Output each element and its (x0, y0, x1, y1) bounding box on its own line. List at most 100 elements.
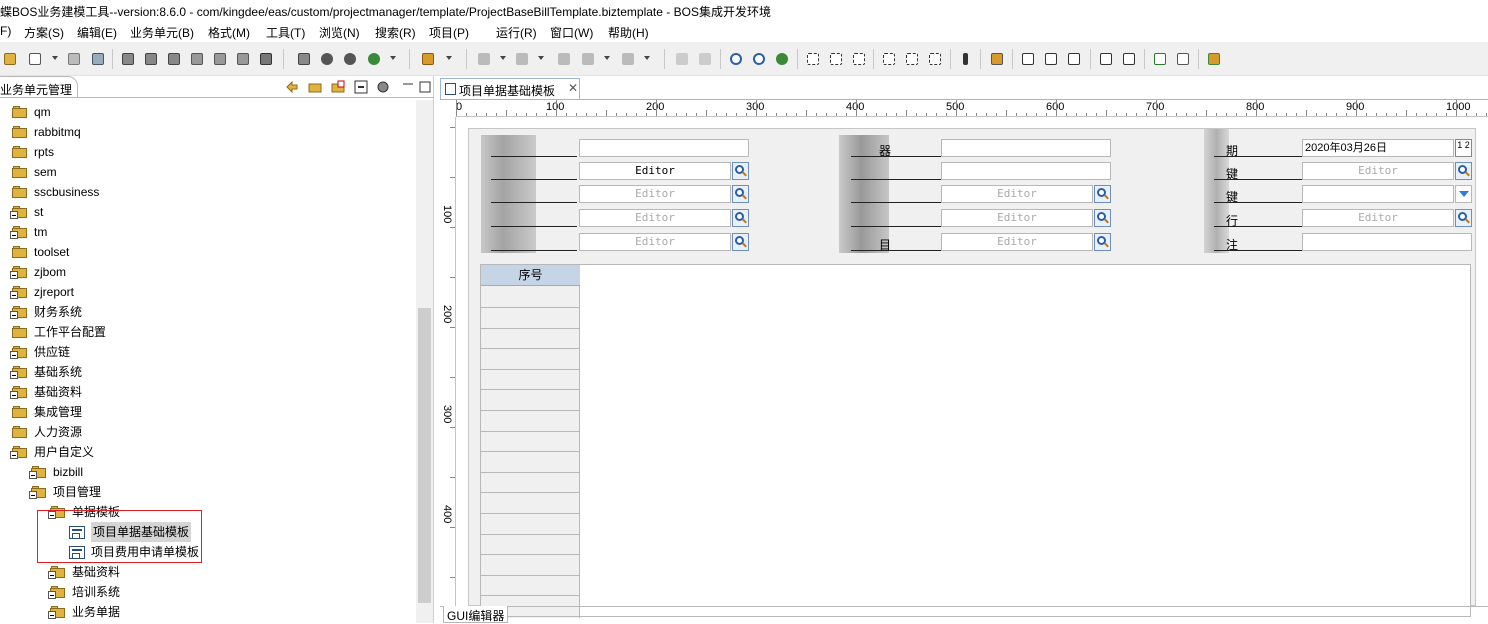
date-field[interactable]: 2020年03月26日 (1302, 139, 1454, 157)
layout-icon[interactable] (989, 51, 1005, 67)
copy-icon[interactable] (235, 51, 251, 67)
f7-prompt-field[interactable]: Editor (579, 209, 731, 227)
undo-icon[interactable] (674, 51, 690, 67)
redo-icon[interactable] (697, 51, 713, 67)
text-field[interactable] (579, 139, 749, 157)
search-lookup-icon[interactable] (1455, 162, 1472, 180)
open-folder-icon[interactable] (2, 51, 18, 67)
bill-form-panel[interactable]: Editor Editor Editor Editor 器 Editor Editor 目 Ed… (468, 128, 1476, 618)
align-bottom-icon[interactable] (927, 51, 943, 67)
distribute-v-icon[interactable] (1121, 51, 1137, 67)
template-editor: 项目单据基础模板 ✕ 01002003004005006007008009001… (440, 76, 1488, 623)
text-field[interactable] (941, 162, 1111, 180)
back-icon[interactable] (580, 51, 596, 67)
stop-icon[interactable] (342, 51, 358, 67)
search-lookup-icon[interactable] (1094, 209, 1111, 227)
editor-tab[interactable]: 项目单据基础模板 ✕ (440, 78, 580, 100)
maximize-view-icon[interactable] (418, 80, 432, 94)
f7-prompt-field[interactable]: Editor (941, 185, 1093, 203)
link-icon[interactable] (189, 51, 205, 67)
menu-help[interactable]: 帮助(H) (608, 24, 649, 41)
filter-icon[interactable] (376, 80, 390, 94)
deploy-icon[interactable] (120, 51, 136, 67)
f7-prompt-field[interactable]: Editor (579, 233, 731, 251)
search-lookup-icon[interactable] (1094, 185, 1111, 203)
sync-icon[interactable] (285, 80, 299, 94)
run-config-icon[interactable] (366, 51, 382, 67)
wand-icon[interactable] (420, 51, 436, 67)
menu-format[interactable]: 格式(M) (208, 24, 250, 41)
menu-browse[interactable]: 浏览(N) (319, 24, 360, 41)
close-tab-icon[interactable]: ✕ (568, 81, 578, 95)
f7-prompt-field[interactable]: Editor (941, 209, 1093, 227)
search-lookup-icon[interactable] (1455, 209, 1472, 227)
text-field[interactable] (1302, 233, 1472, 251)
tree-item-label: rpts (34, 145, 55, 159)
menu-window[interactable]: 窗口(W) (550, 24, 593, 41)
search-lookup-icon[interactable] (732, 233, 749, 251)
size-icon[interactable] (958, 51, 974, 67)
tree-scrollbar-thumb[interactable] (418, 308, 431, 603)
entry-grid[interactable]: 序号 (480, 264, 1471, 618)
search-lookup-icon[interactable] (1094, 233, 1111, 251)
align-center-icon[interactable] (828, 51, 844, 67)
f7-prompt-field[interactable]: Editor (1302, 162, 1454, 180)
open-folder-icon[interactable] (308, 80, 322, 94)
f7-prompt-field[interactable]: Editor (1302, 209, 1454, 227)
grid-header-seq[interactable]: 序号 (481, 265, 580, 286)
dropdown-arrow-icon[interactable] (1455, 185, 1472, 203)
add-component-icon[interactable] (1152, 51, 1168, 67)
align-top-icon[interactable] (881, 51, 897, 67)
view-tab-business-unit[interactable]: 业务单元管理 (0, 76, 78, 98)
search-lookup-icon[interactable] (732, 209, 749, 227)
play-icon[interactable] (319, 51, 335, 67)
edit-properties-icon[interactable] (1175, 51, 1191, 67)
align-left-icon[interactable] (805, 51, 821, 67)
search-lookup-icon[interactable] (732, 162, 749, 180)
menu-project[interactable]: 项目(P) (429, 24, 469, 41)
combo-field[interactable] (1302, 185, 1454, 203)
new-package-icon[interactable] (331, 80, 345, 94)
field-label-underline (491, 250, 577, 251)
zoom-in-icon[interactable] (728, 51, 744, 67)
save-icon[interactable] (66, 51, 82, 67)
same-size-icon[interactable] (1066, 51, 1082, 67)
publish-icon[interactable] (1206, 51, 1222, 67)
menu-business-unit[interactable]: 业务单元(B) (130, 24, 194, 41)
menu-search[interactable]: 搜索(R) (375, 24, 416, 41)
database-icon[interactable] (143, 51, 159, 67)
menu-run[interactable]: 运行(R) (496, 24, 537, 41)
tree-scrollbar[interactable] (416, 100, 433, 623)
component-icon[interactable] (166, 51, 182, 67)
same-width-icon[interactable] (1020, 51, 1036, 67)
ruler-tick (1056, 100, 1057, 116)
f7-prompt-field[interactable]: Editor (579, 162, 731, 180)
distribute-h-icon[interactable] (1098, 51, 1114, 67)
gui-editor-tab[interactable]: GUI编辑器 (443, 606, 508, 623)
menu-edit[interactable]: 编辑(E) (77, 24, 117, 41)
search-lookup-icon[interactable] (732, 185, 749, 203)
nav-next-annotation-icon[interactable] (476, 51, 492, 67)
minimize-view-icon[interactable] (401, 80, 415, 94)
last-edit-icon[interactable] (556, 51, 572, 67)
f7-prompt-field[interactable]: Editor (579, 185, 731, 203)
menu-file[interactable]: F) (0, 24, 11, 38)
forward-icon[interactable] (620, 51, 636, 67)
refresh-globe-icon[interactable] (774, 51, 790, 67)
collapse-all-icon[interactable] (354, 80, 368, 94)
zoom-out-icon[interactable] (751, 51, 767, 67)
print-icon[interactable] (90, 51, 106, 67)
f7-prompt-field[interactable]: Editor (941, 233, 1093, 251)
nav-prev-annotation-icon[interactable] (514, 51, 530, 67)
pencil-icon[interactable] (212, 51, 228, 67)
menu-tools[interactable]: 工具(T) (266, 24, 305, 41)
new-file-icon[interactable] (27, 51, 43, 67)
calendar-icon[interactable]: 1 2 (1455, 139, 1472, 157)
menu-scheme[interactable]: 方案(S) (24, 24, 64, 41)
grid-icon[interactable] (296, 51, 312, 67)
align-right-icon[interactable] (851, 51, 867, 67)
text-field[interactable] (941, 139, 1111, 157)
same-height-icon[interactable] (1043, 51, 1059, 67)
align-middle-icon[interactable] (904, 51, 920, 67)
paste-icon[interactable] (258, 51, 274, 67)
